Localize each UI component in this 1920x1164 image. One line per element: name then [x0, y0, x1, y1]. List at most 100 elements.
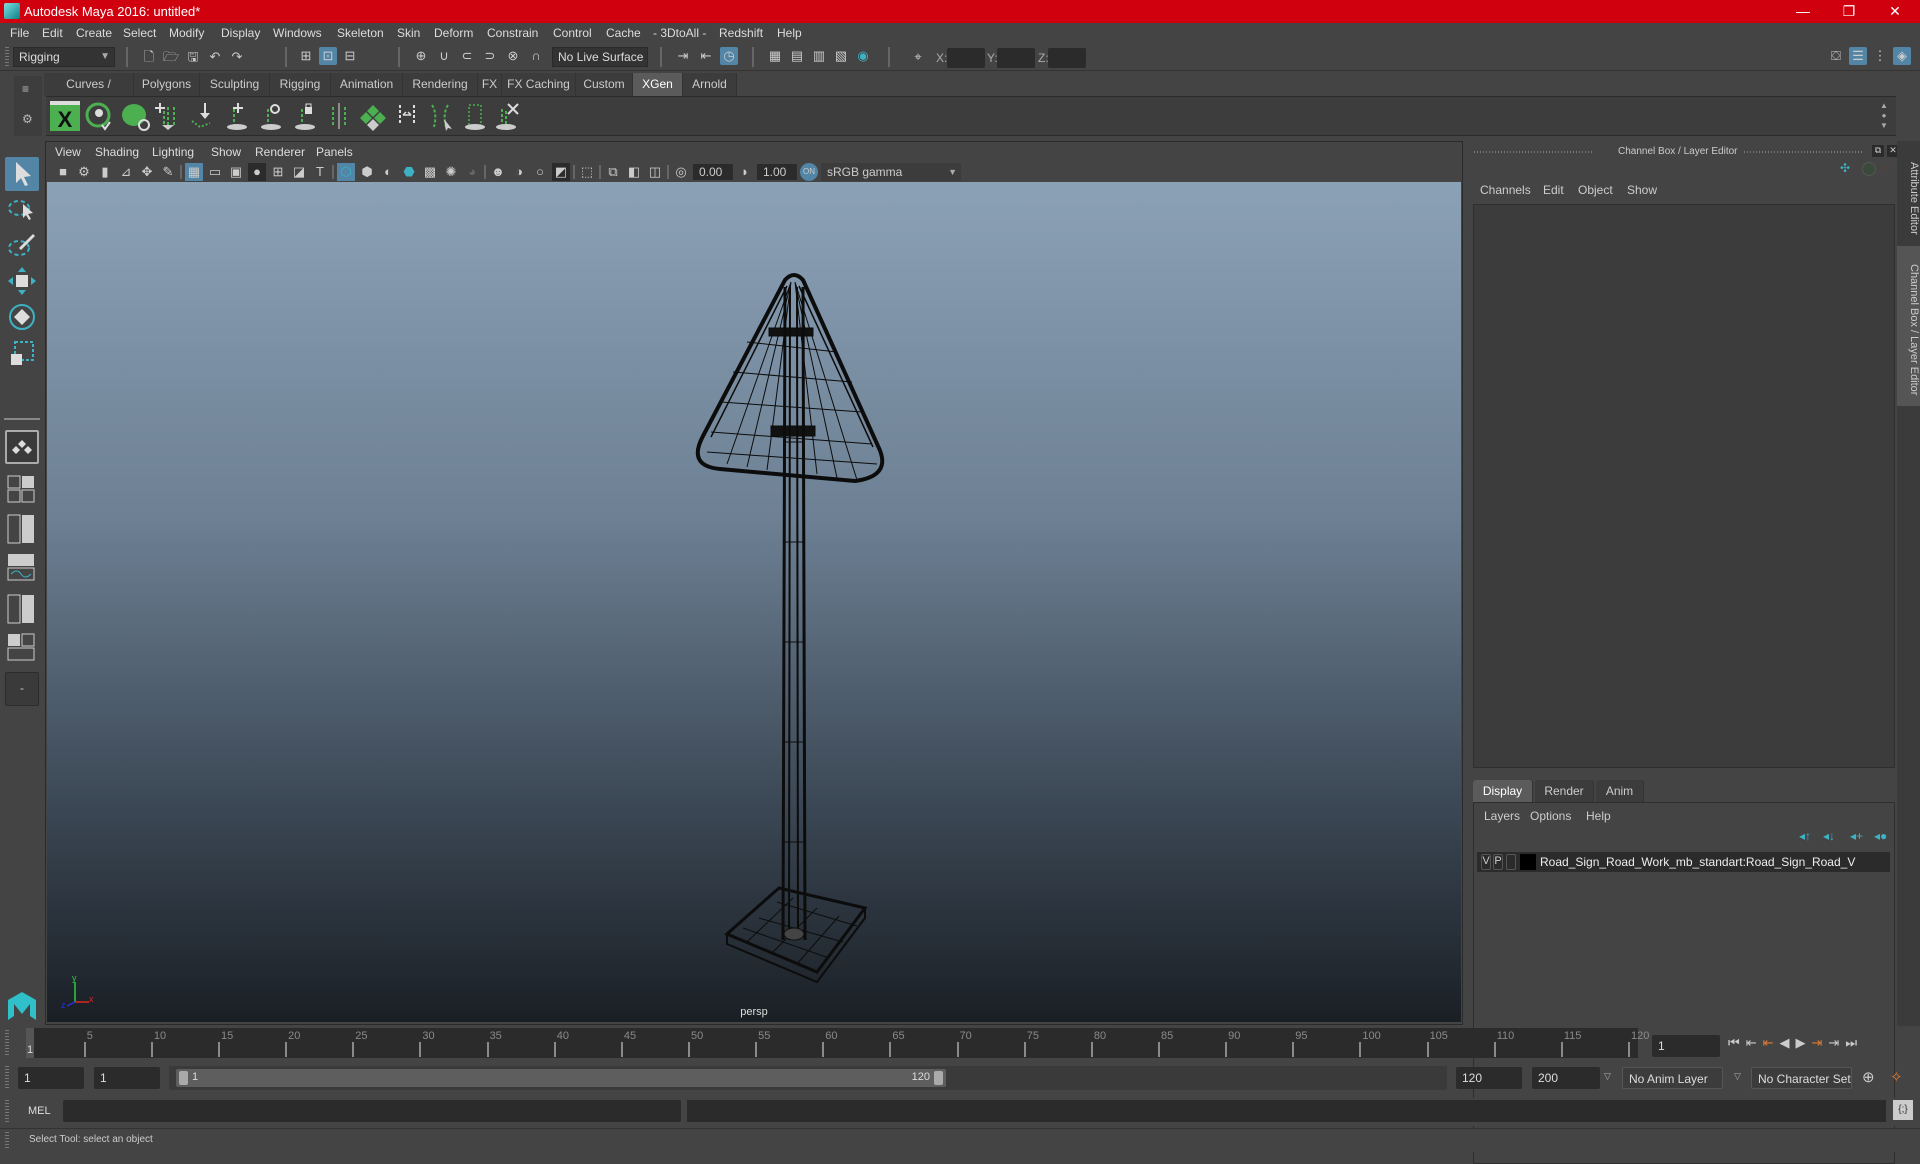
open-scene-icon[interactable]: 🗁	[162, 48, 180, 66]
layer-display-type-toggle[interactable]	[1506, 854, 1516, 870]
attribute-editor-tab[interactable]: Attribute Editor	[1897, 145, 1920, 243]
guide-normals-icon[interactable]	[324, 101, 354, 131]
depth-of-field-icon[interactable]: ◩	[552, 163, 570, 181]
hypershade-icon[interactable]: ◉	[854, 47, 872, 65]
command-input[interactable]	[63, 1100, 681, 1122]
menu-create[interactable]: Create	[76, 26, 112, 40]
snap-to-grid-icon[interactable]: ⊕	[412, 47, 430, 65]
wireframe-on-shaded-icon[interactable]: ⬣	[400, 163, 418, 181]
layer-name[interactable]: Road_Sign_Road_Work_mb_standart:Road_Sig…	[1540, 855, 1855, 869]
fill-guides-icon[interactable]	[392, 101, 422, 131]
rotate-tool[interactable]	[5, 300, 39, 334]
manipulator-icon[interactable]: ✣	[1840, 161, 1850, 175]
modeling-toolkit-icon[interactable]: ⛋	[1827, 47, 1845, 65]
move-guide-icon[interactable]	[188, 101, 218, 131]
menu-modify[interactable]: Modify	[169, 26, 204, 40]
bookmark-icon[interactable]: ▮	[96, 163, 114, 181]
attribute-editor-toggle-icon[interactable]: ☰	[1849, 47, 1867, 65]
play-forwards-icon[interactable]: ▶	[1796, 1035, 1806, 1051]
key-toggle-icon[interactable]: ⟋	[1882, 161, 1890, 176]
channel-box-toggle-icon[interactable]: ◈	[1893, 47, 1911, 65]
command-language-label[interactable]: MEL	[28, 1105, 51, 1117]
field-chart-icon[interactable]: ⊞	[269, 163, 287, 181]
exposure-field[interactable]: 0.00	[693, 164, 733, 180]
channels-menu[interactable]: Channels	[1480, 183, 1531, 197]
new-layer-from-selected-icon[interactable]: ◂●	[1874, 829, 1887, 843]
menu-deform[interactable]: Deform	[434, 26, 473, 40]
xray-icon[interactable]: ⧉	[604, 163, 622, 181]
hypershade-persp-layout-icon[interactable]	[5, 593, 39, 627]
shelf-tab-polygons[interactable]: Polygons	[134, 73, 200, 96]
toggle-guide-visibility-icon[interactable]	[256, 101, 286, 131]
layer-row[interactable]: V P Road_Sign_Road_Work_mb_standart:Road…	[1477, 852, 1890, 872]
select-tool[interactable]	[5, 157, 39, 191]
gamma-icon[interactable]: ◗	[736, 163, 754, 181]
redo-icon[interactable]: ↷	[228, 48, 246, 66]
step-back-frame-icon[interactable]: ⇤	[1763, 1035, 1774, 1051]
restore-button[interactable]: ❐	[1826, 0, 1872, 23]
resolution-gate-icon[interactable]: ▣	[227, 163, 245, 181]
shadows-icon[interactable]: ◕	[463, 163, 481, 181]
shading-toggle-icon[interactable]	[1862, 162, 1876, 176]
view-transform-dropdown[interactable]: sRGB gamma ▼	[821, 163, 961, 181]
snap-to-view-plane-icon[interactable]: ⊃	[481, 47, 499, 65]
select-by-object-icon[interactable]: ⊡	[319, 47, 337, 65]
shelf-tab-fx-caching[interactable]: FX Caching	[502, 73, 576, 96]
smooth-shade-icon[interactable]: ⬢	[358, 163, 376, 181]
shelf-tab-arnold[interactable]: Arnold	[683, 73, 737, 96]
layout-options-button[interactable]: -	[5, 672, 39, 706]
description-icon[interactable]	[358, 101, 388, 131]
persp-graph-layout-icon[interactable]	[5, 552, 39, 586]
paint-select-tool[interactable]	[5, 228, 39, 262]
wireframe-icon[interactable]: ⬡	[337, 163, 355, 181]
default-material-icon[interactable]: ◐	[379, 163, 397, 181]
gamma-field[interactable]: 1.00	[757, 164, 797, 180]
layer-color-swatch[interactable]	[1520, 854, 1536, 870]
film-gate-icon[interactable]: ▭	[206, 163, 224, 181]
float-panel-icon[interactable]: ⧉	[1872, 145, 1884, 157]
guide-bounds-icon[interactable]	[460, 101, 490, 131]
menu-file[interactable]: File	[10, 26, 29, 40]
tab-render[interactable]: Render	[1535, 780, 1594, 803]
go-to-start-icon[interactable]: ⏮	[1728, 1035, 1740, 1051]
ipr-render-icon[interactable]: ▥	[810, 47, 828, 65]
two-d-pan-zoom-icon[interactable]: ✥	[138, 163, 156, 181]
shelf-tab-rendering[interactable]: Rendering	[403, 73, 478, 96]
y-field[interactable]	[997, 48, 1035, 68]
select-guides-icon[interactable]	[426, 101, 456, 131]
end-time-field[interactable]: 200	[1532, 1067, 1600, 1089]
shelf-tab-rigging[interactable]: Rigging	[270, 73, 331, 96]
current-frame-field[interactable]: 1	[1652, 1035, 1720, 1057]
scale-tool[interactable]	[5, 336, 39, 370]
drag-handle[interactable]	[1744, 151, 1864, 153]
play-backwards-icon[interactable]: ◀	[1780, 1035, 1790, 1051]
viewport-menu-view[interactable]: View	[55, 145, 81, 159]
z-field[interactable]	[1048, 48, 1086, 68]
live-surface-field[interactable]: No Live Surface	[552, 47, 648, 67]
anim-layer-chevron-icon[interactable]: ▽	[1604, 1071, 1611, 1082]
menu-skin[interactable]: Skin	[397, 26, 420, 40]
move-layer-up-icon[interactable]: ◂↑	[1799, 829, 1811, 843]
help-line-grip[interactable]	[5, 1132, 9, 1148]
menu-display[interactable]: Display	[221, 26, 260, 40]
select-camera-icon[interactable]: ■	[54, 163, 72, 181]
range-end-handle[interactable]	[934, 1071, 943, 1085]
menu-redshift[interactable]: Redshift	[719, 26, 763, 40]
menuset-dropdown[interactable]: Rigging ▼	[13, 47, 115, 67]
shelf-tab-curves-surfaces[interactable]: Curves / Surfaces	[44, 73, 134, 114]
object-menu[interactable]: Object	[1578, 183, 1613, 197]
show-menu[interactable]: Show	[1627, 183, 1657, 197]
menu-constrain[interactable]: Constrain	[487, 26, 538, 40]
step-back-key-icon[interactable]: ⇤	[1746, 1035, 1757, 1051]
minimize-button[interactable]: —	[1780, 0, 1826, 23]
anti-aliasing-icon[interactable]: ○	[531, 163, 549, 181]
motion-blur-icon[interactable]: ◑	[510, 163, 528, 181]
grease-pencil-icon[interactable]: ✎	[159, 163, 177, 181]
menu-control[interactable]: Control	[553, 26, 592, 40]
save-scene-icon[interactable]: 🖫	[184, 48, 202, 66]
snap-to-point-icon[interactable]: ⊂	[458, 47, 476, 65]
grid-toggle-icon[interactable]: ▦	[185, 163, 203, 181]
new-scene-icon[interactable]: 🗋	[140, 48, 158, 66]
transform-constraint-icon[interactable]: ⌖	[909, 48, 927, 66]
safe-title-icon[interactable]: T	[311, 163, 329, 181]
